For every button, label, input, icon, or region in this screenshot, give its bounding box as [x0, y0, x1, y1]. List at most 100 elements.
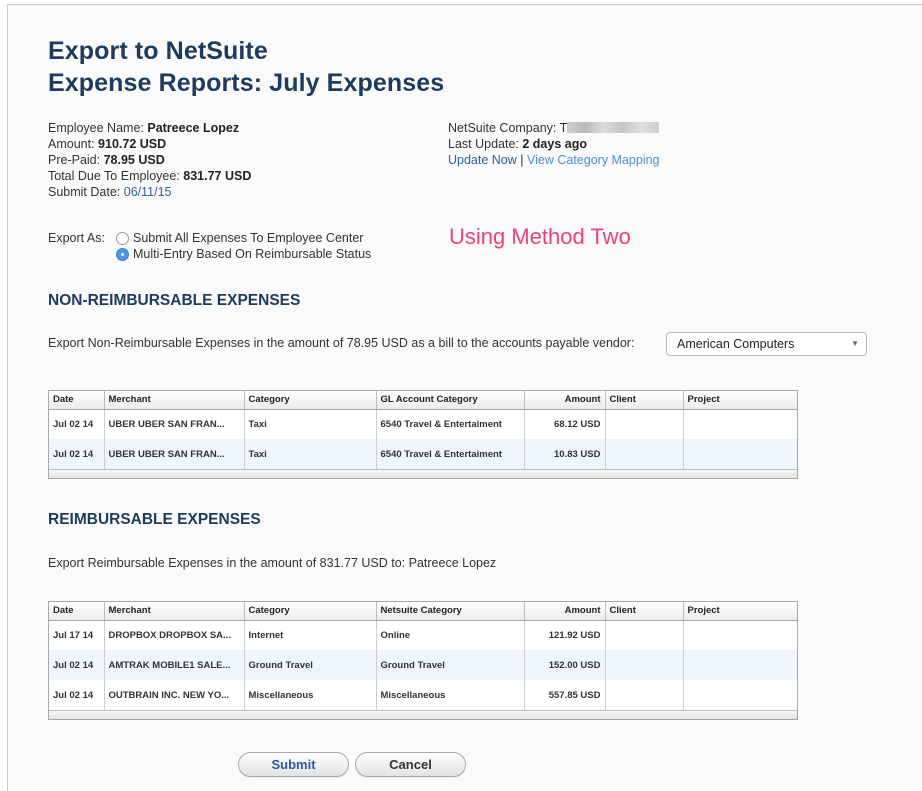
last-update-value: 2 days ago — [522, 137, 587, 151]
export-option-label: Submit All Expenses To Employee Center — [133, 231, 364, 245]
cell-client[interactable] — [605, 439, 684, 469]
table-footer-scrollbar[interactable] — [49, 710, 797, 719]
cell-gl-account: 6540 Travel & Entertaiment — [376, 409, 525, 439]
cell-client[interactable] — [605, 409, 684, 439]
column-header-project[interactable]: Project — [683, 602, 797, 621]
employee-name-row: Employee Name: Patreece Lopez — [48, 120, 251, 136]
cell-client[interactable] — [605, 620, 684, 650]
netsuite-company-value: T — [559, 121, 568, 135]
dropdown-caret-icon: ▼ — [851, 339, 859, 348]
column-header-gl-account[interactable]: GL Account Category — [376, 391, 525, 410]
vendor-select[interactable]: American Computers ▼ — [666, 332, 867, 356]
cell-client[interactable] — [605, 650, 684, 680]
non-reimbursable-table: Date Merchant Category GL Account Catego… — [48, 390, 798, 479]
link-separator: | — [520, 153, 524, 167]
export-as-label: Export As: — [48, 231, 105, 245]
cell-amount: 10.83 USD — [524, 439, 606, 469]
reimbursable-title: REIMBURSABLE EXPENSES — [48, 511, 261, 528]
cell-merchant: AMTRAK MOBILE1 SALE... — [104, 650, 245, 680]
cell-category: Miscellaneous — [244, 680, 377, 710]
cell-date: Jul 02 14 — [49, 680, 105, 710]
total-due-label: Total Due To Employee: — [48, 169, 180, 183]
cell-merchant: DROPBOX DROPBOX SA... — [104, 620, 245, 650]
column-header-date[interactable]: Date — [49, 391, 105, 410]
last-update-row: Last Update: 2 days ago — [448, 136, 660, 152]
export-option-multi-entry[interactable]: Multi-Entry Based On Reimbursable Status — [116, 247, 371, 261]
submit-date-value: 06/11/15 — [123, 185, 172, 199]
update-now-link[interactable]: Update Now — [448, 153, 517, 167]
reimbursable-sentence: Export Reimbursable Expenses in the amou… — [48, 556, 497, 570]
column-header-amount[interactable]: Amount — [524, 602, 606, 621]
column-header-category[interactable]: Category — [244, 602, 377, 621]
method-annotation: Using Method Two — [449, 224, 631, 249]
netsuite-summary: NetSuite Company: T Last Update: 2 days … — [448, 120, 660, 168]
view-category-mapping-link[interactable]: View Category Mapping — [527, 153, 659, 167]
table-row[interactable]: Jul 17 14 DROPBOX DROPBOX SA... Internet… — [49, 620, 797, 650]
table-footer-scrollbar[interactable] — [49, 469, 797, 478]
reimbursable-table: Date Merchant Category Netsuite Category… — [48, 601, 798, 720]
table-row[interactable]: Jul 02 14 OUTBRAIN INC. NEW YO... Miscel… — [49, 680, 797, 710]
report-summary: Employee Name: Patreece Lopez Amount: 91… — [48, 120, 251, 200]
column-header-netsuite-category[interactable]: Netsuite Category — [376, 602, 525, 621]
cell-merchant: UBER UBER SAN FRAN... — [104, 409, 245, 439]
export-option-label: Multi-Entry Based On Reimbursable Status — [133, 247, 372, 261]
cell-category: Internet — [244, 620, 377, 650]
cell-netsuite-category: Online — [376, 620, 525, 650]
export-option-employee-center[interactable]: Submit All Expenses To Employee Center — [116, 231, 363, 245]
cell-amount: 68.12 USD — [524, 409, 606, 439]
radio-selected-icon[interactable] — [116, 247, 129, 261]
radio-unselected-icon[interactable] — [116, 231, 129, 245]
cell-project[interactable] — [683, 650, 797, 680]
cell-merchant: UBER UBER SAN FRAN... — [104, 439, 245, 469]
total-due-value: 831.77 USD — [183, 169, 252, 183]
netsuite-links: Update Now | View Category Mapping — [448, 152, 660, 168]
submit-date-label: Submit Date: — [48, 185, 121, 199]
table-row[interactable]: Jul 02 14 UBER UBER SAN FRAN... Taxi 654… — [49, 409, 797, 439]
cell-amount: 152.00 USD — [524, 650, 606, 680]
last-update-label: Last Update: — [448, 137, 519, 151]
cell-client[interactable] — [605, 680, 684, 710]
cell-netsuite-category: Miscellaneous — [376, 680, 525, 710]
cell-category: Taxi — [244, 439, 377, 469]
column-header-project[interactable]: Project — [683, 391, 797, 410]
table-row[interactable]: Jul 02 14 UBER UBER SAN FRAN... Taxi 654… — [49, 439, 797, 469]
cancel-button[interactable]: Cancel — [355, 752, 466, 777]
submit-date-row: Submit Date: 06/11/15 — [48, 184, 251, 200]
column-header-merchant[interactable]: Merchant — [104, 391, 245, 410]
column-header-client[interactable]: Client — [605, 602, 684, 621]
cell-merchant: OUTBRAIN INC. NEW YO... — [104, 680, 245, 710]
prepaid-row: Pre-Paid: 78.95 USD — [48, 152, 251, 168]
page-title: Export to NetSuite — [48, 37, 268, 65]
cell-project[interactable] — [683, 409, 797, 439]
cell-date: Jul 02 14 — [49, 650, 105, 680]
non-reimbursable-title: NON-REIMBURSABLE EXPENSES — [48, 292, 301, 309]
cell-project[interactable] — [683, 680, 797, 710]
column-header-merchant[interactable]: Merchant — [104, 602, 245, 621]
column-header-client[interactable]: Client — [605, 391, 684, 410]
page-subtitle: Expense Reports: July Expenses — [48, 69, 445, 97]
employee-name-label: Employee Name: — [48, 121, 144, 135]
netsuite-company-row: NetSuite Company: T — [448, 120, 660, 136]
table-row[interactable]: Jul 02 14 AMTRAK MOBILE1 SALE... Ground … — [49, 650, 797, 680]
prepaid-label: Pre-Paid: — [48, 153, 101, 167]
redacted-company-name — [567, 122, 660, 133]
column-header-amount[interactable]: Amount — [524, 391, 606, 410]
submit-button[interactable]: Submit — [238, 752, 349, 777]
cell-amount: 557.85 USD — [524, 680, 606, 710]
total-due-row: Total Due To Employee: 831.77 USD — [48, 168, 251, 184]
cell-date: Jul 02 14 — [49, 439, 105, 469]
cell-project[interactable] — [683, 620, 797, 650]
column-header-date[interactable]: Date — [49, 602, 105, 621]
netsuite-company-label: NetSuite Company: — [448, 121, 557, 135]
cell-date: Jul 17 14 — [49, 620, 105, 650]
employee-name-value: Patreece Lopez — [147, 121, 240, 135]
cell-netsuite-category: Ground Travel — [376, 650, 525, 680]
cell-amount: 121.92 USD — [524, 620, 606, 650]
column-header-category[interactable]: Category — [244, 391, 377, 410]
cell-category: Taxi — [244, 409, 377, 439]
vendor-selected-value: American Computers — [677, 337, 795, 351]
amount-value: 910.72 USD — [98, 137, 167, 151]
prepaid-value: 78.95 USD — [103, 153, 165, 167]
amount-label: Amount: — [48, 137, 95, 151]
cell-project[interactable] — [683, 439, 797, 469]
